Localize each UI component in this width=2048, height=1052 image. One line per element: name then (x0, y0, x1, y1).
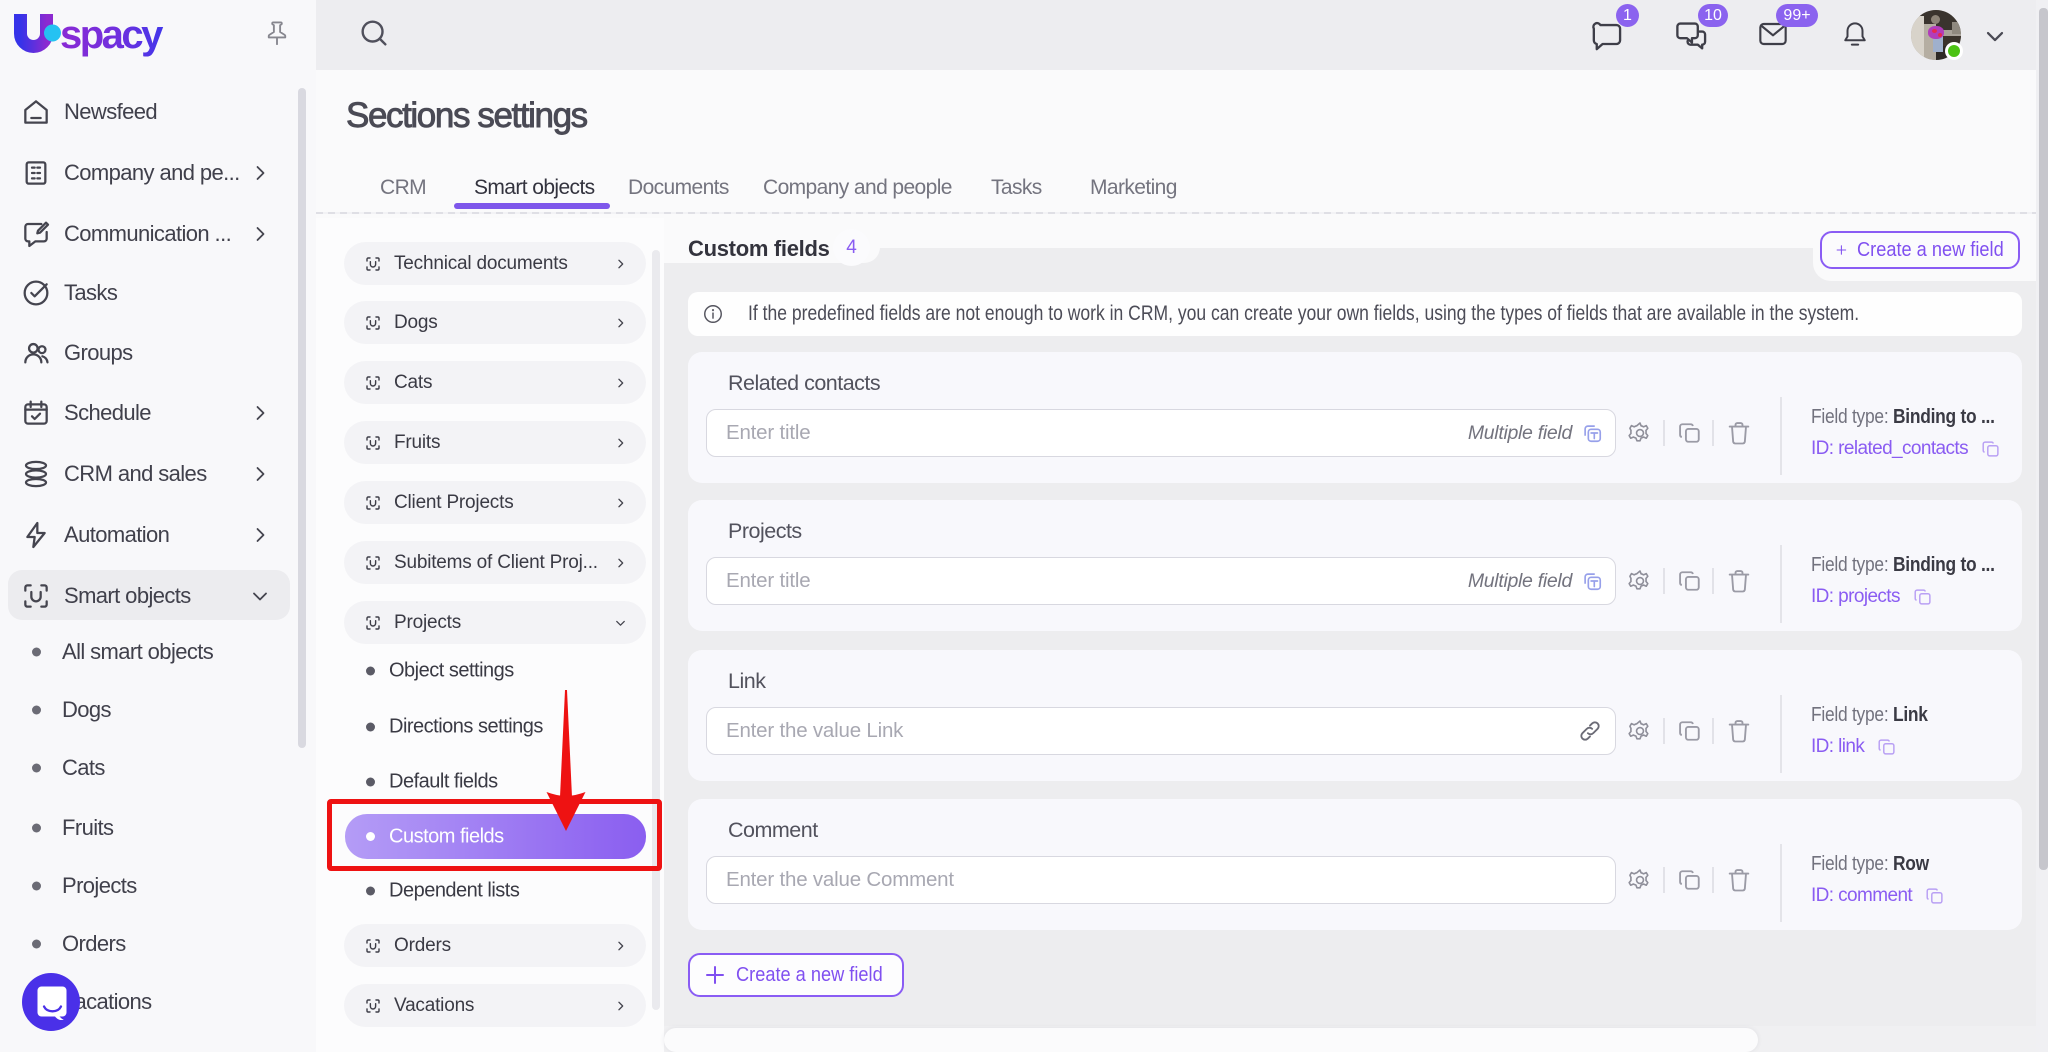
svg-text:spacy: spacy (60, 13, 164, 57)
